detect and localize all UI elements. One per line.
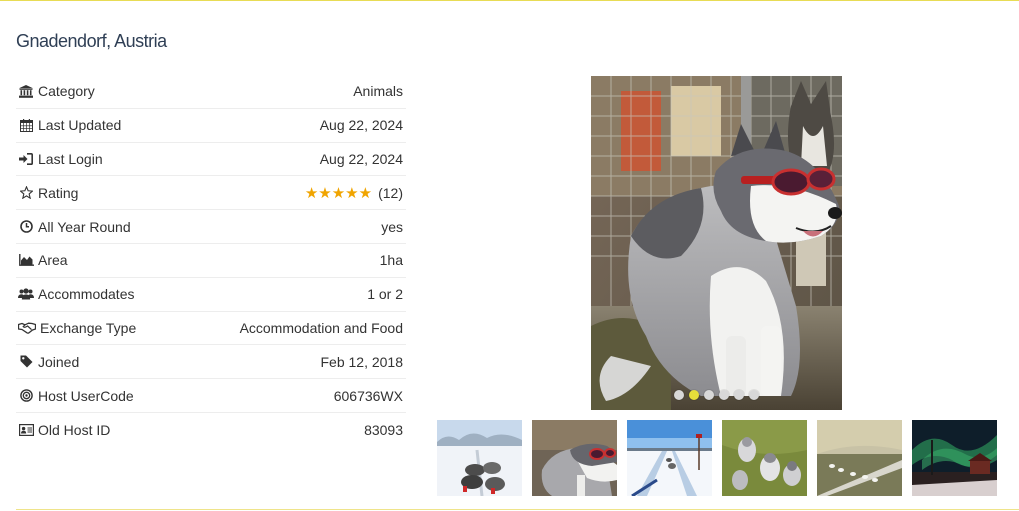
detail-label: Joined [38,353,80,370]
detail-label: Last Login [38,150,103,167]
detail-label: Accommodates [38,286,135,303]
detail-row-area: Area 1ha [16,244,406,278]
thumbnail-4[interactable] [722,420,807,496]
calendar-icon [18,118,34,132]
detail-value: Animals [353,83,403,100]
carousel-indicators [591,390,842,400]
detail-label: Last Updated [38,117,122,134]
bottom-divider [16,509,1019,510]
detail-label: Category [38,83,95,100]
detail-row-rating: Rating ★★★★★ (12) [16,176,406,211]
detail-label: Old Host ID [38,421,111,438]
sign-in-icon [18,152,34,166]
three-huskies-grass-photo [722,420,807,496]
detail-row-joined: Joined Feb 12, 2018 [16,345,406,380]
carousel-dot[interactable] [719,390,729,400]
id-card-icon [18,423,34,437]
top-divider [0,0,1019,1]
detail-value: Accommodation and Food [239,319,403,336]
husky-goggles-thumb-photo [532,420,617,496]
dog-sled-trail-photo [627,420,712,496]
thumbnail-strip [437,420,997,496]
dog-team-field-photo [817,420,902,496]
thumbnail-1[interactable] [437,420,522,496]
carousel-dot[interactable] [704,390,714,400]
detail-label: Exchange Type [40,319,137,336]
detail-row-exchange-type: Exchange Type Accommodation and Food [16,312,406,346]
detail-value: 1ha [379,252,403,269]
host-details-table: Category Animals Last Updated Aug 22, 20… [16,75,406,447]
thumbnail-5[interactable] [817,420,902,496]
tag-icon [18,355,34,369]
thumbnail-2[interactable] [532,420,617,496]
handshake-icon [18,321,36,335]
sled-dogs-snow-photo [437,420,522,496]
detail-row-last-login: Last Login Aug 22, 2024 [16,143,406,177]
rating-count: (12) [378,184,403,201]
detail-value: 606736WX [333,387,403,404]
detail-row-accommodates: Accommodates 1 or 2 [16,278,406,312]
detail-row-all-year-round: All Year Round yes [16,210,406,244]
aurora-night-photo [912,420,997,496]
carousel-dot[interactable] [674,390,684,400]
detail-row-old-host-id: Old Host ID 83093 [16,413,406,447]
clock-icon [18,220,34,234]
detail-row-host-usercode: Host UserCode 606736WX [16,379,406,413]
detail-value: 1 or 2 [367,286,403,303]
users-icon [18,287,34,301]
detail-label: All Year Round [38,218,131,235]
rating-stars: ★★★★★ [304,184,373,202]
detail-label: Rating [38,184,79,201]
thumbnail-3[interactable] [627,420,712,496]
carousel-dot[interactable] [749,390,759,400]
area-chart-icon [18,253,34,267]
husky-with-goggles-photo [591,76,842,410]
detail-value: yes [381,218,403,235]
bullseye-icon [18,389,34,403]
detail-label: Host UserCode [38,387,134,404]
detail-row-last-updated: Last Updated Aug 22, 2024 [16,109,406,143]
detail-value: Feb 12, 2018 [320,353,403,370]
page-title: Gnadendorf, Austria [16,31,167,51]
detail-value: 83093 [364,421,403,438]
bank-icon [18,84,34,98]
thumbnail-6[interactable] [912,420,997,496]
detail-value: Aug 22, 2024 [319,150,403,167]
detail-value: Aug 22, 2024 [319,117,403,134]
carousel-dot-active[interactable] [689,390,699,400]
carousel-dot[interactable] [734,390,744,400]
detail-row-category: Category Animals [16,75,406,109]
main-photo-carousel[interactable] [591,76,842,410]
detail-label: Area [38,252,68,269]
star-outline-icon [18,186,34,200]
